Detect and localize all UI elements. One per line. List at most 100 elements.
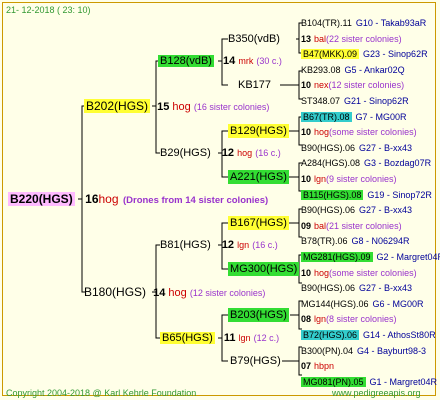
gen4-queen-id: B78(TR).06 (301, 236, 348, 247)
root-note: (Drones from 14 sister colonies) (122, 195, 269, 206)
gen1-name: B180(HGS) (84, 285, 147, 299)
gen1-count: 15 (157, 101, 170, 113)
gen4-origin: G14 - AthosSt80R (363, 330, 436, 340)
gen4-queen-id: B115(HGS).08 (301, 189, 364, 200)
gen2-node-2: B29(HGS) 12 hog (16 c.) (160, 146, 281, 160)
gen2-name: B128(vdB) (158, 55, 214, 67)
gen1-name: B202(HGS) (84, 99, 151, 113)
gen2-note: (30 c.) (256, 56, 282, 66)
gen4-queen: B115(HGS).08 G19 - Sinop72R (301, 188, 432, 202)
gen1-count: 14 (153, 287, 166, 299)
gen4-drone-info: 10 hog(some sister colonies) (301, 266, 417, 280)
gen2-name: B29(HGS) (160, 147, 211, 159)
gen4-origin: G21 - Sinop62R (344, 96, 409, 106)
gen4-note: (some sister colonies) (329, 267, 417, 278)
gen4-queen: B90(HGS).06 G27 - B-xx43 (301, 141, 412, 155)
gen4-drone-info: 09 bal(21 sister colonies) (301, 219, 402, 233)
gen2-unit: lgn (237, 240, 250, 250)
gen4-count: 08 (301, 314, 312, 325)
gen4-queen-id: KB293.08 (301, 64, 341, 75)
gen4-queen-id: MG281(HGS).09 (301, 252, 373, 262)
gen4-queen: B90(HGS).06 G27 - B-xx43 (301, 281, 412, 295)
gen4-queen-id: B72(HGS).06 (301, 330, 360, 340)
root-queen: B220(HGS) 16hog (Drones from 14 sister c… (8, 192, 268, 208)
gen4-count: 13 (301, 33, 312, 44)
gen3-node-3: B129(HGS) (228, 124, 289, 138)
gen4-drone-info: 08 lgn(8 sister colonies) (301, 312, 397, 326)
gen4-origin: G23 - Sinop62R (363, 49, 428, 60)
gen4-queen-id: ST348.07 (301, 96, 341, 106)
gen4-drone-info: 10 lgn(9 sister colonies) (301, 172, 397, 186)
gen4-count: 10 (301, 267, 312, 278)
gen2-unit: hog (237, 148, 253, 158)
gen1-node-1: B202(HGS) 15 hog (16 sister colonies) (84, 99, 269, 114)
gen4-unit: hog (314, 267, 330, 278)
gen4-unit: bal (314, 33, 327, 44)
gen1-unit: hog (168, 287, 187, 299)
gen4-queen-id: B104(TR).11 (301, 18, 352, 28)
gen4-drone-info: 10 nex(12 sister colonies) (301, 78, 404, 92)
gen4-count: 07 (301, 361, 312, 372)
gen3-node-5: B167(HGS) (228, 216, 289, 230)
gen4-origin: G3 - Bozdag07R (364, 158, 432, 169)
gen4-origin: G2 - Margret04R (376, 252, 440, 262)
gen4-note: (12 sister colonies) (328, 80, 405, 91)
gen2-note: (16 c.) (252, 240, 278, 250)
gen4-queen-id: A284(HGS).08 (301, 158, 361, 169)
gen1-note: (16 sister colonies) (193, 102, 270, 112)
gen4-count: 09 (301, 220, 312, 231)
gen3-node-6: MG300(HGS) (228, 262, 300, 276)
gen4-queen-id: B67(TR).08 (301, 111, 352, 122)
gen2-node-1: B128(vdB) 14 mrk (30 c.) (158, 54, 282, 68)
gen2-count: 11 (223, 332, 236, 344)
gen4-queen: B78(TR).06 G8 - N06294R (301, 234, 410, 248)
gen4-queen: ST348.07 G21 - Sinop62R (301, 94, 409, 108)
copyright: Copyright 2004-2018 @ Karl Kehrle Founda… (6, 388, 197, 398)
gen4-queen: MG281(HGS).09 G2 - Margret04R (301, 250, 440, 264)
gen4-queen: B90(HGS).06 G27 - B-xx43 (301, 203, 412, 217)
date-header: 21- 12-2018 ( 23: 10) (6, 5, 91, 15)
gen4-origin: G4 - Bayburt98-3 (357, 345, 427, 356)
gen4-queen: B72(HGS).06 G14 - AthosSt80R (301, 328, 436, 342)
gen4-unit: nex (314, 80, 329, 91)
gen4-unit: bal (314, 220, 327, 231)
gen4-queen-id: B300(PN).04 (301, 345, 354, 356)
gen4-queen: B67(TR).08 G7 - MG00R (301, 110, 407, 124)
gen3-node-7: B203(HGS) (228, 308, 289, 322)
gen4-origin: G7 - MG00R (355, 111, 407, 122)
gen4-unit: hog (314, 127, 330, 138)
gen3-node-4: A221(HGS) (228, 170, 289, 184)
gen2-count: 12 (221, 239, 235, 251)
gen2-note: (12 c.) (253, 333, 280, 343)
gen4-drone-info: 10 hog(some sister colonies) (301, 125, 417, 139)
gen4-queen: A284(HGS).08 G3 - Bozdag07R (301, 156, 431, 170)
gen4-origin: G5 - Ankar02Q (344, 64, 405, 75)
gen4-queen-id: B90(HGS).06 (301, 283, 356, 294)
gen2-unit: lgn (238, 333, 251, 343)
gen4-origin: G6 - MG00R (372, 298, 424, 309)
gen3-node-8: B79(HGS) (230, 355, 281, 367)
gen4-queen: B300(PN).04 G4 - Bayburt98-3 (301, 344, 426, 358)
gen4-unit: lgn (314, 174, 327, 184)
root-name: B220(HGS) (8, 192, 75, 206)
gen4-origin: G27 - B-xx43 (359, 142, 413, 153)
gen4-origin: G8 - N06294R (351, 236, 410, 247)
gen4-queen-id: B47(MKK).09 (301, 49, 360, 60)
website-link[interactable]: www.pedigreeapis.org (332, 386, 421, 400)
gen4-queen: MG144(HGS).06 G6 - MG00R (301, 297, 424, 311)
gen4-count: 10 (301, 80, 312, 91)
gen4-note: (21 sister colonies) (326, 220, 402, 231)
gen2-node-4: B65(HGS) 11 lgn (12 c.) (160, 331, 279, 345)
gen4-queen: B47(MKK).09 G23 - Sinop62R (301, 47, 428, 61)
gen1-node-2: B180(HGS) 14 hog (12 sister colonies) (84, 285, 265, 300)
gen4-queen-id: B90(HGS).06 (301, 142, 356, 153)
gen1-unit: hog (172, 101, 191, 113)
gen4-count: 10 (301, 174, 312, 184)
gen4-queen: KB293.08 G5 - Ankar02Q (301, 63, 405, 77)
gen2-name: B81(HGS) (160, 239, 211, 251)
gen2-count: 14 (223, 55, 236, 67)
root-count: 16 (85, 192, 99, 206)
gen2-name: B65(HGS) (160, 332, 215, 344)
gen2-count: 12 (221, 147, 235, 159)
gen4-note: (22 sister colonies) (326, 33, 402, 44)
